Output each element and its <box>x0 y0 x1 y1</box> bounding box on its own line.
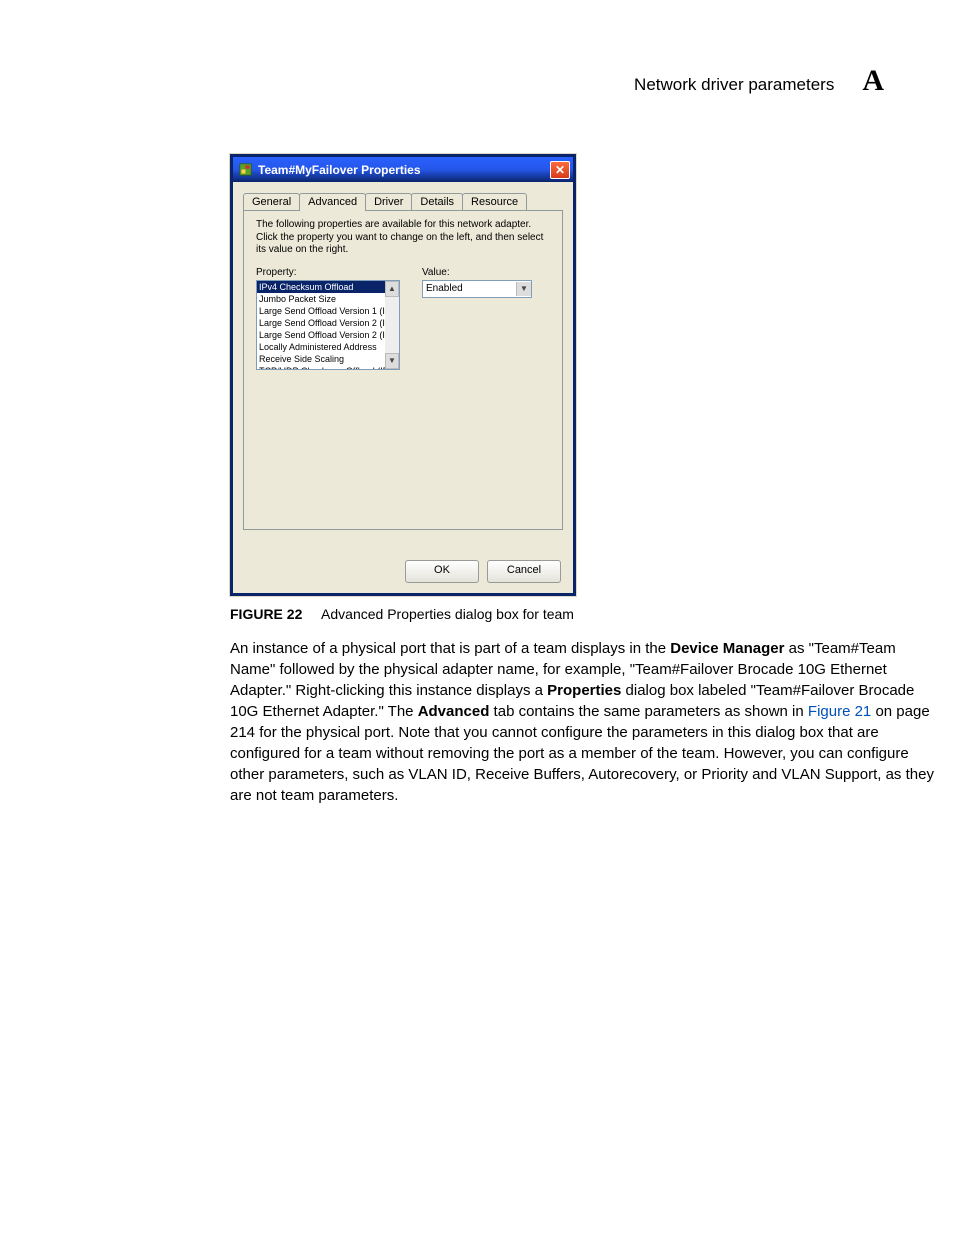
text: tab contains the same parameters as show… <box>489 703 808 720</box>
figure-21-link[interactable]: Figure 21 <box>808 703 871 720</box>
header-appendix-letter: A <box>862 64 884 98</box>
scroll-up-icon[interactable]: ▲ <box>385 281 399 297</box>
close-button[interactable]: ✕ <box>550 161 570 179</box>
text: An instance of a physical port that is p… <box>230 640 670 657</box>
dialog-title: Team#MyFailover Properties <box>258 163 544 177</box>
scroll-down-icon[interactable]: ▼ <box>385 353 399 369</box>
page-header: Network driver parameters A <box>634 64 884 98</box>
figure-number: FIGURE 22 <box>230 606 302 622</box>
list-item[interactable]: Receive Side Scaling <box>257 353 399 365</box>
ok-button[interactable]: OK <box>405 560 479 583</box>
value-label: Value: <box>422 267 550 278</box>
cancel-button[interactable]: Cancel <box>487 560 561 583</box>
list-item[interactable]: Jumbo Packet Size <box>257 293 399 305</box>
figure-caption: FIGURE 22 Advanced Properties dialog box… <box>230 606 940 622</box>
dialog-body: General Advanced Driver Details Resource… <box>233 182 573 552</box>
advanced-term: Advanced <box>418 703 490 720</box>
value-select-text: Enabled <box>423 283 516 294</box>
property-listbox[interactable]: IPv4 Checksum Offload Jumbo Packet Size … <box>256 280 400 370</box>
tab-resource[interactable]: Resource <box>462 193 527 210</box>
body-paragraph: An instance of a physical port that is p… <box>230 638 940 806</box>
tab-details[interactable]: Details <box>411 193 463 210</box>
chevron-down-icon: ▼ <box>516 282 531 296</box>
page: Network driver parameters A Team#MyFailo… <box>0 0 954 1235</box>
scroll-track[interactable] <box>385 297 399 353</box>
figure-caption-text: Advanced Properties dialog box for team <box>321 606 574 622</box>
intro-text: The following properties are available f… <box>256 219 550 257</box>
page-content: Team#MyFailover Properties ✕ General Adv… <box>230 154 940 806</box>
tab-general[interactable]: General <box>243 193 300 210</box>
list-item[interactable]: IPv4 Checksum Offload <box>257 281 399 293</box>
value-select[interactable]: Enabled ▼ <box>422 280 532 298</box>
list-item[interactable]: Locally Administered Address <box>257 341 399 353</box>
tab-driver[interactable]: Driver <box>365 193 412 210</box>
list-item[interactable]: Large Send Offload Version 2 (IPv4 <box>257 317 399 329</box>
property-list-items: IPv4 Checksum Offload Jumbo Packet Size … <box>257 281 399 370</box>
property-label: Property: <box>256 267 400 278</box>
properties-term: Properties <box>547 682 621 699</box>
dialog-button-row: OK Cancel <box>233 552 573 593</box>
device-manager-term: Device Manager <box>670 640 784 657</box>
list-item[interactable]: Large Send Offload Version 2 (IPv6 <box>257 329 399 341</box>
tab-strip: General Advanced Driver Details Resource <box>243 192 563 210</box>
listbox-scrollbar[interactable]: ▲ ▼ <box>385 281 399 369</box>
tab-panel-advanced: The following properties are available f… <box>243 210 563 530</box>
app-icon <box>239 163 252 176</box>
dialog-titlebar: Team#MyFailover Properties ✕ <box>233 157 573 182</box>
two-column-area: Property: IPv4 Checksum Offload Jumbo Pa… <box>256 267 550 370</box>
list-item[interactable]: Large Send Offload Version 1 (IPv4 <box>257 305 399 317</box>
properties-dialog: Team#MyFailover Properties ✕ General Adv… <box>230 154 576 596</box>
property-column: Property: IPv4 Checksum Offload Jumbo Pa… <box>256 267 400 370</box>
value-column: Value: Enabled ▼ <box>422 267 550 370</box>
list-item[interactable]: TCP/UDP Checksum Offload (IPv4 <box>257 365 399 370</box>
tab-advanced[interactable]: Advanced <box>299 193 366 211</box>
header-title: Network driver parameters <box>634 75 834 95</box>
close-icon: ✕ <box>555 164 565 176</box>
